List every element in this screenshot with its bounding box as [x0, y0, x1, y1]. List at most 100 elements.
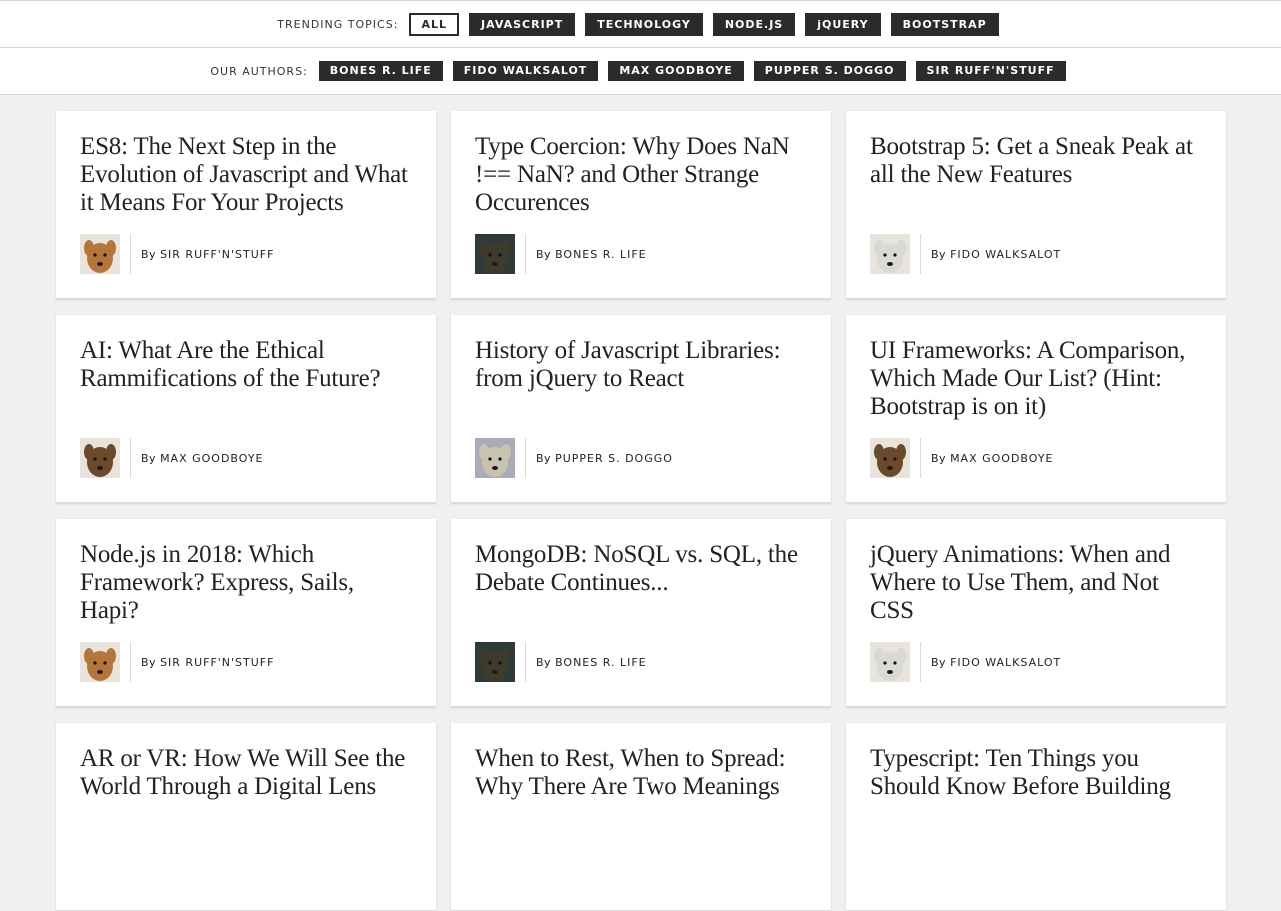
post-title[interactable]: AR or VR: How We Will See the World Thro…	[80, 745, 416, 801]
post-byline: By SIR RUFF'N'STUFF	[80, 642, 274, 682]
dog-ear-right	[896, 648, 906, 664]
post-card[interactable]: jQuery Animations: When and Where to Use…	[846, 519, 1226, 707]
post-card[interactable]: AI: What Are the Ethical Rammifications …	[56, 315, 436, 503]
by-prefix: By	[931, 247, 947, 261]
dog-ear-left	[479, 444, 489, 460]
dog-nose	[97, 262, 103, 266]
dog-eye-left	[883, 253, 887, 257]
dog-ear-right	[501, 648, 511, 664]
post-card[interactable]: AR or VR: How We Will See the World Thro…	[56, 723, 436, 911]
post-title[interactable]: AI: What Are the Ethical Rammifications …	[80, 337, 416, 393]
post-byline: By BONES R. LIFE	[475, 642, 647, 682]
author-avatar[interactable]	[80, 642, 120, 682]
author-name[interactable]: PUPPER S. DOGGO	[555, 452, 673, 465]
author-chip-bones[interactable]: BONES R. LIFE	[318, 61, 443, 81]
author-chip-pupper[interactable]: PUPPER S. DOGGO	[753, 61, 906, 81]
dog-ear-right	[501, 240, 511, 256]
dog-eye-left	[883, 661, 887, 665]
dog-eye-left	[93, 253, 97, 257]
dog-nose	[97, 670, 103, 674]
post-byline: By FIDO WALKSALOT	[870, 642, 1061, 682]
byline-divider	[130, 642, 131, 682]
author-avatar[interactable]	[870, 234, 910, 274]
posts-grid: ES8: The Next Step in the Evolution of J…	[56, 111, 1226, 911]
post-card[interactable]: UI Frameworks: A Comparison, Which Made …	[846, 315, 1226, 503]
dog-ear-right	[896, 240, 906, 256]
dog-eye-right	[498, 661, 502, 665]
author-chip-max[interactable]: MAX GOODBOYE	[608, 61, 744, 81]
post-title[interactable]: When to Rest, When to Spread: Why There …	[475, 745, 811, 801]
topic-chip-javascript[interactable]: JAVASCRIPT	[468, 12, 576, 36]
post-title[interactable]: Bootstrap 5: Get a Sneak Peak at all the…	[870, 133, 1206, 189]
dog-eye-left	[93, 457, 97, 461]
author-avatar[interactable]	[870, 438, 910, 478]
dog-eye-left	[93, 661, 97, 665]
author-avatar[interactable]	[475, 438, 515, 478]
post-card[interactable]: ES8: The Next Step in the Evolution of J…	[56, 111, 436, 299]
authors-label: OUR AUTHORS:	[210, 64, 308, 78]
dog-nose	[887, 466, 893, 470]
post-title[interactable]: ES8: The Next Step in the Evolution of J…	[80, 133, 416, 217]
post-card[interactable]: Type Coercion: Why Does NaN !== NaN? and…	[451, 111, 831, 299]
post-card[interactable]: When to Rest, When to Spread: Why There …	[451, 723, 831, 911]
post-byline: By SIR RUFF'N'STUFF	[80, 234, 274, 274]
byline-divider	[920, 642, 921, 682]
topic-chip-technology[interactable]: TECHNOLOGY	[585, 12, 703, 36]
post-title[interactable]: jQuery Animations: When and Where to Use…	[870, 541, 1206, 625]
post-byline: By PUPPER S. DOGGO	[475, 438, 673, 478]
post-title[interactable]: Typescript: Ten Things you Should Know B…	[870, 745, 1206, 801]
by-prefix: By	[931, 655, 947, 669]
by-prefix: By	[141, 247, 157, 261]
topic-chip-bootstrap[interactable]: BOOTSTRAP	[890, 12, 999, 36]
post-card[interactable]: History of Javascript Libraries: from jQ…	[451, 315, 831, 503]
dog-eye-right	[103, 661, 107, 665]
author-name[interactable]: FIDO WALKSALOT	[950, 656, 1061, 669]
dog-ear-left	[874, 444, 884, 460]
post-title[interactable]: Node.js in 2018: Which Framework? Expres…	[80, 541, 416, 625]
dog-nose	[492, 670, 498, 674]
author-name[interactable]: MAX GOODBOYE	[950, 452, 1053, 465]
dog-ear-left	[874, 240, 884, 256]
author-avatar[interactable]	[870, 642, 910, 682]
author-avatar[interactable]	[475, 234, 515, 274]
post-title[interactable]: UI Frameworks: A Comparison, Which Made …	[870, 337, 1206, 421]
byline-text: By BONES R. LIFE	[536, 656, 647, 669]
byline-text: By FIDO WALKSALOT	[931, 656, 1061, 669]
author-name[interactable]: MAX GOODBOYE	[160, 452, 263, 465]
byline-text: By SIR RUFF'N'STUFF	[141, 248, 274, 261]
post-card[interactable]: Typescript: Ten Things you Should Know B…	[846, 723, 1226, 911]
topic-chip-nodejs[interactable]: NODE.JS	[712, 12, 796, 36]
post-title[interactable]: History of Javascript Libraries: from jQ…	[475, 337, 811, 393]
author-name[interactable]: SIR RUFF'N'STUFF	[160, 656, 274, 669]
dog-eye-right	[103, 253, 107, 257]
trending-topics-bar: TRENDING TOPICS: ALL JAVASCRIPT TECHNOLO…	[0, 0, 1281, 48]
author-chip-ruff[interactable]: SIR RUFF'N'STUFF	[915, 61, 1066, 81]
author-avatar[interactable]	[80, 438, 120, 478]
dog-nose	[887, 262, 893, 266]
dog-ear-left	[84, 648, 94, 664]
author-chip-fido[interactable]: FIDO WALKSALOT	[452, 61, 599, 81]
author-name[interactable]: BONES R. LIFE	[555, 656, 647, 669]
author-name[interactable]: SIR RUFF'N'STUFF	[160, 248, 274, 261]
byline-text: By MAX GOODBOYE	[931, 452, 1054, 465]
byline-divider	[525, 438, 526, 478]
byline-text: By MAX GOODBOYE	[141, 452, 264, 465]
post-title[interactable]: MongoDB: NoSQL vs. SQL, the Debate Conti…	[475, 541, 811, 597]
dog-eye-right	[893, 253, 897, 257]
author-name[interactable]: FIDO WALKSALOT	[950, 248, 1061, 261]
topic-chip-jquery[interactable]: jQUERY	[805, 12, 881, 36]
byline-text: By FIDO WALKSALOT	[931, 248, 1061, 261]
post-card[interactable]: MongoDB: NoSQL vs. SQL, the Debate Conti…	[451, 519, 831, 707]
author-avatar[interactable]	[475, 642, 515, 682]
byline-divider	[525, 234, 526, 274]
post-card[interactable]: Bootstrap 5: Get a Sneak Peak at all the…	[846, 111, 1226, 299]
post-byline: By BONES R. LIFE	[475, 234, 647, 274]
post-byline: By MAX GOODBOYE	[870, 438, 1054, 478]
authors-bar: OUR AUTHORS: BONES R. LIFE FIDO WALKSALO…	[0, 48, 1281, 95]
post-card[interactable]: Node.js in 2018: Which Framework? Expres…	[56, 519, 436, 707]
post-title[interactable]: Type Coercion: Why Does NaN !== NaN? and…	[475, 133, 811, 217]
author-avatar[interactable]	[80, 234, 120, 274]
author-name[interactable]: BONES R. LIFE	[555, 248, 647, 261]
dog-eye-left	[488, 253, 492, 257]
topic-chip-all[interactable]: ALL	[409, 12, 459, 36]
